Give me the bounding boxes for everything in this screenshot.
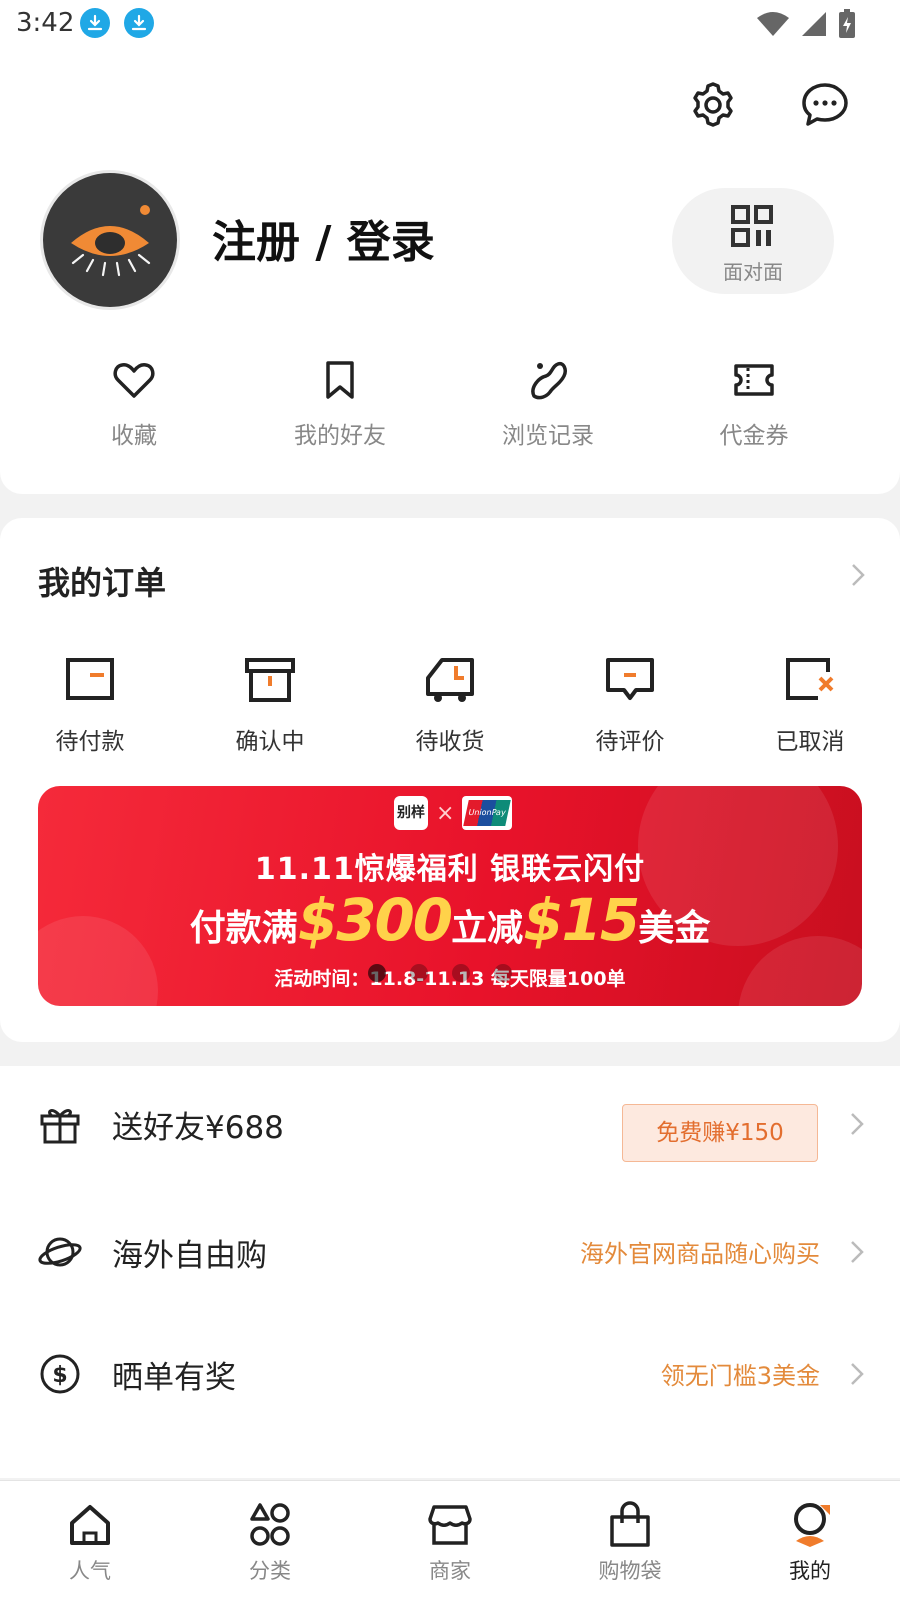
tab-label: 分类 <box>249 1559 291 1583</box>
quick-links: 收藏 我的好友 浏览记录 代金券 <box>0 358 900 458</box>
download-icon <box>80 8 110 38</box>
order-label: 待评价 <box>595 729 665 755</box>
banner-logos: 别样 × UnionPay <box>394 794 513 832</box>
carousel-dots <box>368 964 512 982</box>
wifi-icon <box>757 12 789 36</box>
qr-grid-icon <box>731 205 773 247</box>
favorites-label: 收藏 <box>111 423 157 449</box>
friends-link[interactable]: 我的好友 <box>240 358 440 458</box>
tab-label: 商家 <box>429 1559 471 1583</box>
chevron-right-icon[interactable] <box>850 562 866 588</box>
menu-item-gift-friends[interactable]: 送好友¥688 免费赚¥150 <box>0 1066 900 1186</box>
download-icon <box>124 8 154 38</box>
order-label: 待收货 <box>415 729 485 755</box>
menu-title: 海外自由购 <box>112 1238 267 1274</box>
favorites-link[interactable]: 收藏 <box>34 358 234 458</box>
order-to-review[interactable]: 待评价 <box>540 656 720 756</box>
ticket-icon <box>734 364 774 396</box>
tab-label: 购物袋 <box>598 1559 662 1583</box>
bottom-tab-bar: 人气 分类 商家 购物袋 我的 <box>0 1480 900 1600</box>
avatar[interactable] <box>40 170 180 310</box>
carousel-dot[interactable] <box>368 964 386 982</box>
order-confirming[interactable]: 确认中 <box>180 656 360 756</box>
tab-label: 我的 <box>789 1559 831 1583</box>
history-label: 浏览记录 <box>502 423 594 449</box>
carousel-dot[interactable] <box>494 964 512 982</box>
menu-title: 晒单有奖 <box>112 1360 236 1396</box>
menu-title: 送好友¥688 <box>112 1110 284 1146</box>
truck-icon <box>426 658 474 702</box>
tab-merchants[interactable]: 商家 <box>360 1481 540 1600</box>
orders-card: 我的订单 待付款 确认中 待收货 待评价 已取消 别样 × UnionPay 1… <box>0 518 900 1042</box>
times-icon: × <box>436 800 455 826</box>
banner-headline: 11.11惊爆福利 银联云闪付 <box>254 852 646 887</box>
home-icon <box>70 1505 110 1545</box>
vouchers-label: 代金券 <box>719 423 789 449</box>
svg-text:$: $ <box>52 1363 67 1388</box>
wallet-icon <box>66 658 114 700</box>
banner-offer: 付款满$300立减$15美金 <box>189 886 711 954</box>
tab-label: 人气 <box>69 1559 111 1583</box>
eye-logo-icon <box>71 205 151 277</box>
cancel-icon <box>786 658 834 700</box>
menu-list: 送好友¥688 免费赚¥150 海外自由购 海外官网商品随心购买 $ 晒单有奖 … <box>0 1066 900 1478</box>
status-time: 3:42 <box>16 8 75 38</box>
carousel-dot[interactable] <box>452 964 470 982</box>
tab-category[interactable]: 分类 <box>180 1481 360 1600</box>
menu-subtitle: 领无门槛3美金 <box>660 1362 820 1390</box>
gear-icon[interactable] <box>688 80 738 130</box>
login-register-link[interactable]: 注册 / 登录 <box>212 206 435 270</box>
planet-icon <box>38 1237 82 1267</box>
dollar-icon: $ <box>40 1354 80 1394</box>
order-to-receive[interactable]: 待收货 <box>360 656 540 756</box>
promo-banner[interactable]: 别样 × UnionPay 11.11惊爆福利 银联云闪付 付款满$300立减$… <box>38 786 862 1006</box>
profile-icon <box>794 1503 830 1547</box>
gift-icon <box>40 1109 80 1144</box>
tab-mine[interactable]: 我的 <box>720 1481 900 1600</box>
friends-label: 我的好友 <box>294 423 386 449</box>
category-icon <box>250 1503 290 1546</box>
comment-icon <box>606 658 654 700</box>
status-bar: 3:42 <box>0 0 900 48</box>
unionpay-logo: UnionPay <box>462 796 513 830</box>
vouchers-link[interactable]: 代金券 <box>654 358 854 458</box>
shopping-bag-icon <box>610 1501 650 1547</box>
free-earn-badge[interactable]: 免费赚¥150 <box>622 1104 818 1162</box>
order-pending-payment[interactable]: 待付款 <box>0 656 180 756</box>
carousel-dot[interactable] <box>410 964 428 982</box>
order-label: 已取消 <box>775 729 845 755</box>
box-icon <box>245 658 295 702</box>
chevron-right-icon <box>851 1113 864 1135</box>
order-cancelled[interactable]: 已取消 <box>720 656 900 756</box>
signal-icon <box>802 12 826 36</box>
orders-title[interactable]: 我的订单 <box>38 558 166 604</box>
battery-charging-icon <box>839 9 855 38</box>
order-label: 待付款 <box>55 729 125 755</box>
menu-item-share-reward[interactable]: $ 晒单有奖 领无门槛3美金 <box>0 1316 900 1436</box>
menu-subtitle: 海外官网商品随心购买 <box>580 1240 820 1268</box>
menu-item-overseas-shopping[interactable]: 海外自由购 海外官网商品随心购买 <box>0 1194 900 1314</box>
chat-bubble-icon[interactable] <box>800 80 850 130</box>
brand-logo: 别样 <box>394 796 428 830</box>
bookmark-icon <box>326 361 354 399</box>
heart-icon <box>113 363 155 398</box>
tab-popular[interactable]: 人气 <box>0 1481 180 1600</box>
order-status-row: 待付款 确认中 待收货 待评价 已取消 <box>0 656 900 756</box>
chevron-right-icon <box>851 1363 864 1385</box>
history-link[interactable]: 浏览记录 <box>448 358 648 458</box>
face-to-face-label: 面对面 <box>723 260 783 284</box>
order-label: 确认中 <box>235 729 305 755</box>
tab-shopping-bag[interactable]: 购物袋 <box>540 1481 720 1600</box>
profile-card: 注册 / 登录 面对面 收藏 我的好友 浏览记录 代金券 <box>0 48 900 494</box>
footprint-icon <box>531 361 567 400</box>
chevron-right-icon <box>851 1241 864 1263</box>
face-to-face-button[interactable]: 面对面 <box>672 188 834 294</box>
store-icon <box>428 1505 472 1545</box>
